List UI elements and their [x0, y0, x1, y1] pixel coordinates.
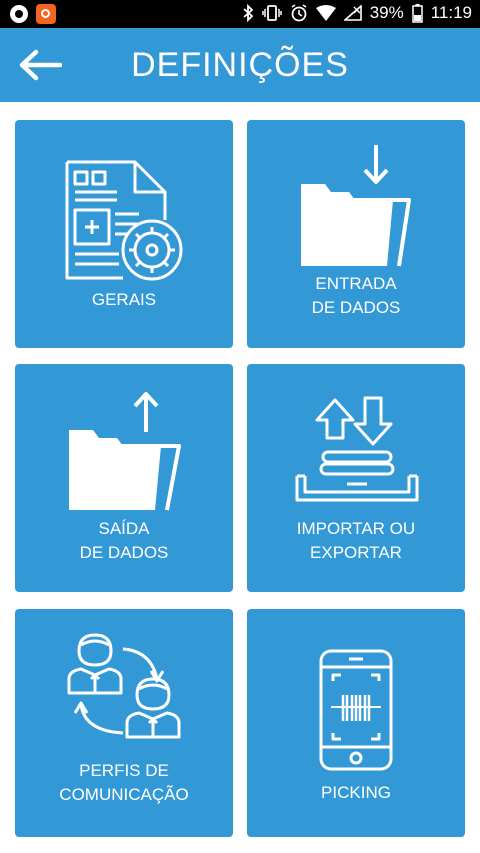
alarm-icon: [290, 4, 308, 22]
tile-picking-label: PICKING: [321, 783, 391, 802]
page-title: DEFINIÇÕES: [131, 46, 349, 84]
tile-importar-ou-exportar[interactable]: IMPORTAR OU EXPORTAR: [247, 364, 465, 592]
tile-perfis-de-comunicacao[interactable]: PERFIS DE COMUNICAÇÃO: [15, 609, 233, 837]
clock: 11:19: [430, 3, 472, 22]
tile-importar-ou-exportar-label: IMPORTAR OU EXPORTAR: [296, 519, 416, 562]
notification-record-icon: [10, 5, 28, 23]
tile-perfis-de-comunicacao-label: PERFIS DE COMUNICAÇÃO: [59, 761, 189, 804]
bluetooth-icon: [242, 4, 254, 22]
settings-document-icon: [65, 160, 183, 281]
tile-entrada-de-dados[interactable]: ENTRADA DE DADOS: [247, 120, 465, 348]
tile-saida-de-dados[interactable]: SAÍDA DE DADOS: [15, 364, 233, 592]
tile-saida-de-dados-label: SAÍDA DE DADOS: [79, 519, 169, 562]
tile-gerais-label: GERAIS: [91, 290, 157, 309]
notification-app-icon: [36, 4, 56, 24]
tile-entrada-de-dados-label: ENTRADA DE DADOS: [311, 274, 401, 317]
vibrate-icon: [261, 4, 282, 22]
tile-gerais[interactable]: GERAIS: [15, 120, 233, 348]
tile-picking[interactable]: PICKING: [247, 609, 465, 837]
battery-percentage: 39%: [369, 3, 404, 22]
wifi-icon: [315, 5, 336, 21]
app-bar: DEFINIÇÕES: [0, 28, 480, 102]
battery-icon: [411, 3, 423, 23]
status-bar: 39% 11:19: [0, 0, 480, 28]
signal-icon: [343, 5, 362, 21]
